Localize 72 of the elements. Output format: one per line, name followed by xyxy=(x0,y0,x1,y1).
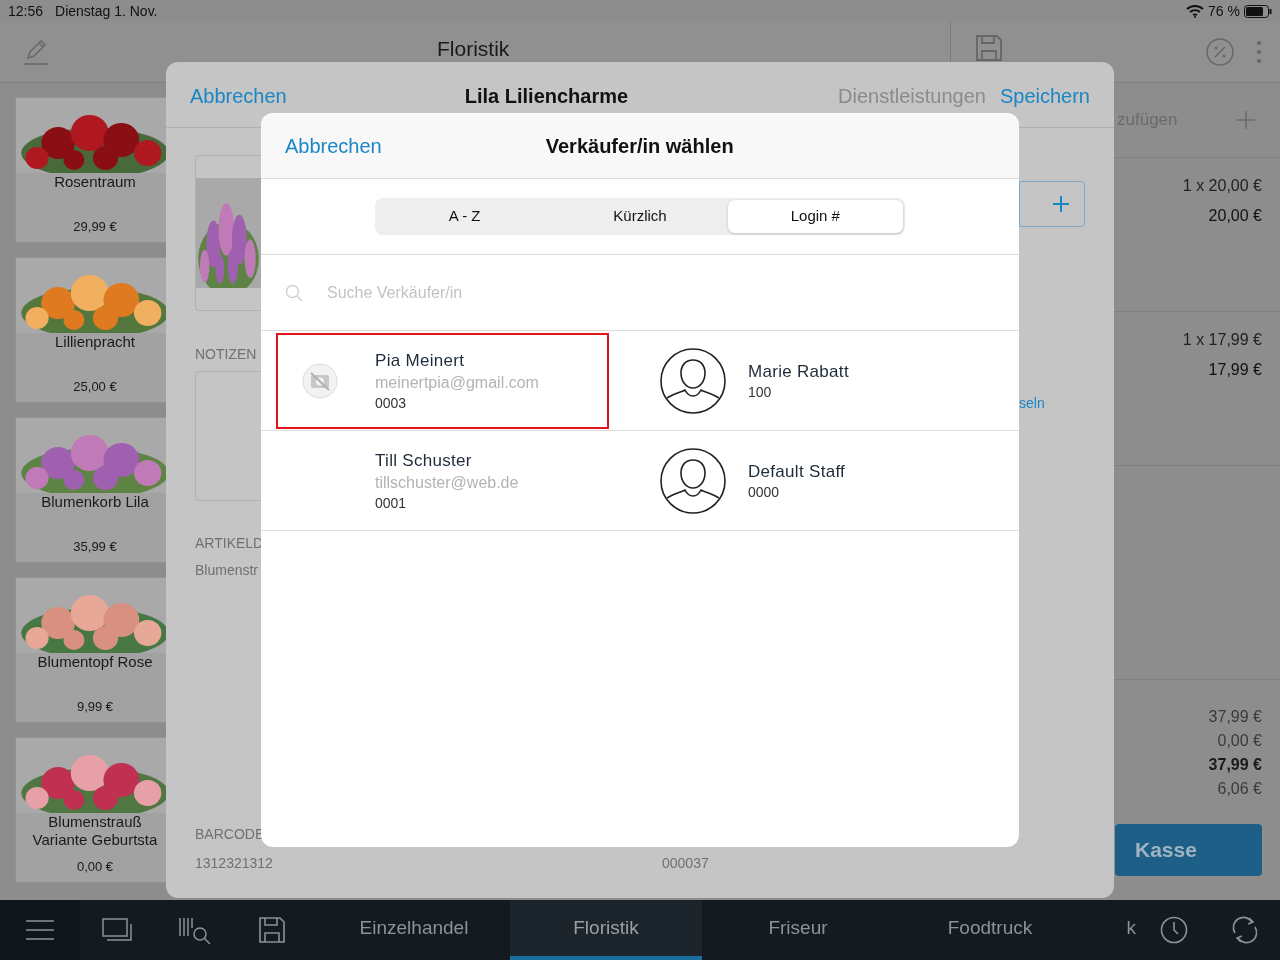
save-icon[interactable] xyxy=(258,916,286,944)
staff-name: Till Schuster xyxy=(375,449,473,472)
pencil-icon[interactable] xyxy=(22,38,50,66)
staff-code: 0003 xyxy=(375,393,408,412)
search-icon xyxy=(285,283,303,302)
item-quantity-price: 1 x 20,00 € xyxy=(1182,176,1262,196)
barcode-label: BARCODE xyxy=(195,825,265,844)
staff-card[interactable]: Default Staff 0000 xyxy=(640,432,973,529)
no-photo-icon xyxy=(302,362,338,399)
person-icon xyxy=(660,347,726,414)
battery-icon xyxy=(1244,4,1272,18)
notes-label: NOTIZEN xyxy=(195,345,257,364)
item-total: 20,00 € xyxy=(1208,206,1262,226)
product-name: Blumenkorb Lila xyxy=(40,493,150,511)
plus-button[interactable] xyxy=(1019,181,1085,227)
battery-level: 76 % xyxy=(1208,1,1240,21)
staff-code: 100 xyxy=(748,382,773,401)
staff-card[interactable]: Till Schuster tillschuster@web.de 0001 xyxy=(276,432,609,529)
sync-icon[interactable] xyxy=(1230,915,1260,945)
product-price: 25,00 € xyxy=(73,377,117,396)
status-time: 12:56 xyxy=(8,1,44,21)
menu-icon[interactable] xyxy=(26,920,54,940)
nav-tab[interactable]: k xyxy=(1086,900,1136,960)
details-label: ARTIKELD xyxy=(195,534,264,553)
status-date: Dienstag 1. Nov. xyxy=(55,1,158,21)
article-number: 000037 xyxy=(662,854,710,873)
screen-title: Floristik xyxy=(437,38,510,60)
product-name: Rosentraum xyxy=(53,173,137,191)
item-total: 17,99 € xyxy=(1208,360,1262,380)
product-name: Blumentopf Rose xyxy=(36,653,154,671)
total-amount: 37,99 € xyxy=(1208,755,1262,775)
staff-name: Default Staff xyxy=(748,460,846,483)
wifi-icon xyxy=(1186,4,1205,18)
product-name: Lillienpracht xyxy=(53,333,136,351)
staff-email: meinertpia@gmail.com xyxy=(375,372,539,393)
staff-name: Pia Meinert xyxy=(375,349,466,372)
screens-icon[interactable] xyxy=(102,918,132,942)
staff-card[interactable]: Marie Rabatt 100 xyxy=(640,332,973,429)
dialog-title: Lila Liliencharme xyxy=(464,83,629,109)
product-price: 35,99 € xyxy=(73,537,117,556)
segment-tab[interactable]: Login # xyxy=(727,200,903,233)
staff-code: 0000 xyxy=(748,482,781,501)
staff-name: Marie Rabatt xyxy=(748,360,849,383)
segment-tab[interactable]: A - Z xyxy=(377,200,553,233)
clock-icon[interactable] xyxy=(1160,916,1188,944)
segment-tab[interactable]: Kürzlich xyxy=(552,200,728,233)
total-amount: 37,99 € xyxy=(1208,707,1262,727)
nav-tab[interactable]: Foodtruck xyxy=(894,900,1086,960)
more-icon[interactable] xyxy=(1256,40,1262,64)
plus-icon[interactable] xyxy=(1236,110,1256,130)
total-amount: 6,06 € xyxy=(1217,779,1262,799)
barcode-search-icon[interactable] xyxy=(178,916,212,944)
details-value: Blumenstr xyxy=(195,561,259,580)
item-quantity-price: 1 x 17,99 € xyxy=(1182,330,1262,350)
percent-icon[interactable] xyxy=(1206,38,1234,66)
product-name: Blumenstrauß Variante Geburtsta xyxy=(31,813,159,849)
staff-email: tillschuster@web.de xyxy=(375,472,519,493)
search-field[interactable]: Suche Verkäufer/in xyxy=(327,280,727,305)
total-amount: 0,00 € xyxy=(1217,731,1262,751)
nav-tab[interactable]: Einzelhandel xyxy=(318,900,510,960)
dialog-title: Verkäufer/in wählen xyxy=(545,133,734,159)
cancel-button[interactable]: Abbrechen xyxy=(285,130,382,161)
nav-tab[interactable]: Floristik xyxy=(510,900,702,960)
plus-icon xyxy=(1052,195,1070,213)
product-price: 29,99 € xyxy=(73,217,117,236)
barcode-value: 1312321312 xyxy=(195,854,273,873)
person-icon xyxy=(660,447,726,514)
staff-code: 0001 xyxy=(375,493,408,512)
staff-card[interactable]: Pia Meinert meinertpia@gmail.com 0003 xyxy=(276,332,609,429)
product-price: 9,99 € xyxy=(76,697,114,716)
product-price: 0,00 € xyxy=(76,857,114,876)
nav-tab[interactable]: Friseur xyxy=(702,900,894,960)
